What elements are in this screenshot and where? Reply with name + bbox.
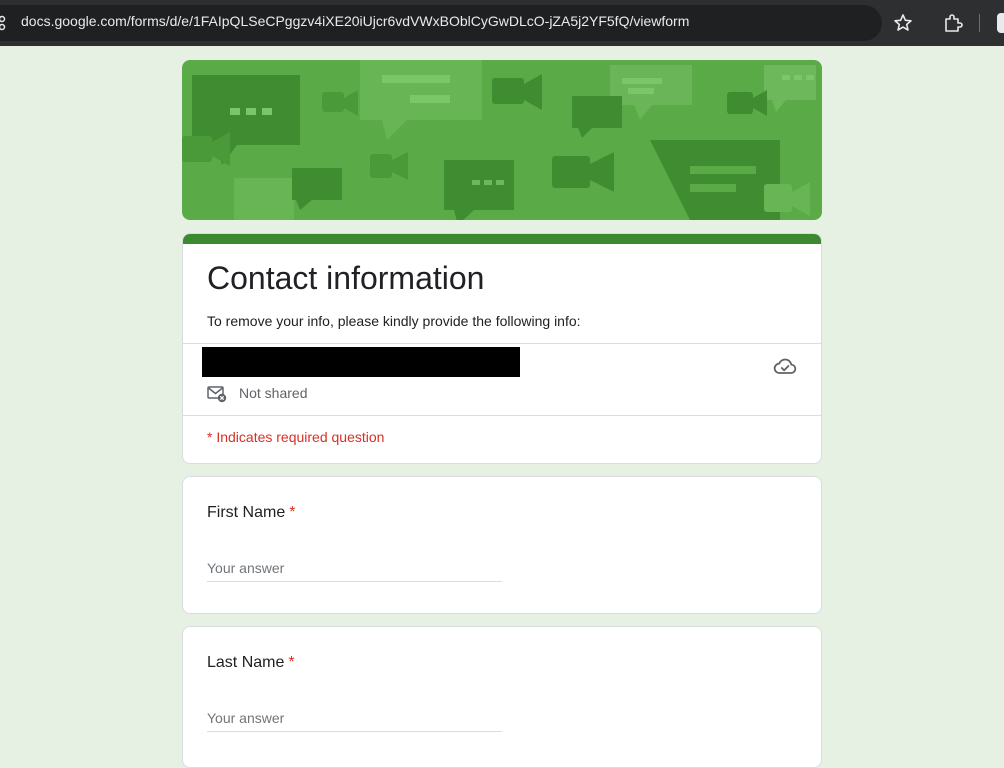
question-title: Last Name	[207, 654, 285, 671]
browser-toolbar: docs.google.com/forms/d/e/1FAIpQLSeCPggz…	[0, 0, 1004, 46]
profile-icon[interactable]	[997, 11, 1004, 35]
redacted-account-email	[202, 347, 520, 377]
form-header-image	[182, 60, 822, 220]
section-divider	[183, 415, 821, 416]
required-asterisk: *	[288, 654, 295, 671]
required-asterisk: *	[289, 504, 296, 521]
mail-not-shared-icon	[207, 386, 227, 403]
form-description: To remove your info, please kindly provi…	[207, 313, 581, 329]
question-title: First Name	[207, 504, 286, 521]
form-title-card: Contact information To remove your info,…	[182, 233, 822, 464]
form-title: Contact information	[207, 260, 485, 296]
theme-accent-bar	[183, 234, 821, 244]
email-sharing-status: Not shared	[239, 385, 308, 401]
first-name-input[interactable]	[207, 555, 502, 582]
required-question-note: * Indicates required question	[207, 429, 385, 445]
toolbar-divider	[979, 14, 980, 32]
last-name-input[interactable]	[207, 705, 502, 732]
question-label: Last Name *	[207, 654, 295, 672]
section-divider	[183, 343, 821, 344]
cloud-saved-icon[interactable]	[773, 356, 797, 378]
question-card-first-name: First Name *	[182, 476, 822, 614]
question-card-last-name: Last Name *	[182, 626, 822, 768]
url-text[interactable]: docs.google.com/forms/d/e/1FAIpQLSeCPggz…	[21, 13, 689, 29]
extensions-icon[interactable]	[943, 13, 963, 33]
question-label: First Name *	[207, 504, 295, 522]
site-info-icon[interactable]	[0, 14, 10, 32]
header-pattern-graphic	[182, 60, 816, 220]
bookmark-star-icon[interactable]	[893, 13, 913, 33]
